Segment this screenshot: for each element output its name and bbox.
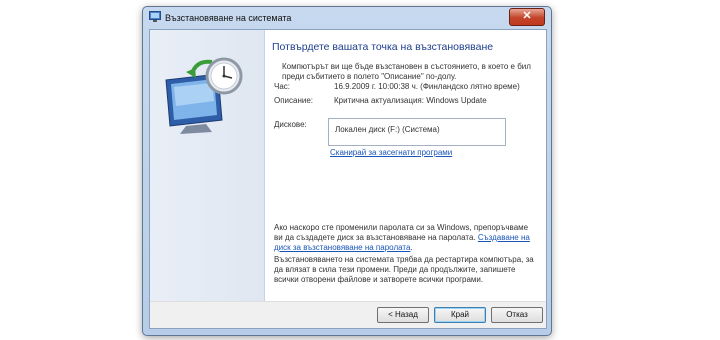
- info-text: Компютърът ви ще бъде възстановен в съст…: [282, 62, 532, 82]
- left-illustration-pane: [150, 30, 265, 302]
- password-notice: Ако наскоро сте променили паролата си за…: [274, 223, 530, 252]
- title-bar: Възстановяване на системата ✕: [143, 7, 551, 27]
- close-icon: ✕: [522, 10, 532, 22]
- info-line-1: Компютърът ви ще бъде възстановен в съст…: [282, 62, 531, 71]
- dialog-content: Потвърдете вашата точка на възстановяван…: [149, 29, 547, 329]
- restart-notice: Възстановяването на системата трябва да …: [274, 255, 534, 284]
- back-button[interactable]: < Назад: [377, 307, 429, 323]
- button-bar: < Назад Край Отказ: [150, 301, 546, 328]
- info-line-2: преди събитието в полето "Описание" по-д…: [282, 72, 457, 81]
- time-value: 16.9.2009 г. 10:00:38 ч. (Финландско лят…: [334, 82, 520, 91]
- page-title: Потвърдете вашата точка на възстановяван…: [272, 41, 494, 53]
- disks-label: Дискове:: [274, 120, 307, 129]
- system-restore-icon: [149, 11, 161, 22]
- window-title: Възстановяване на системата: [165, 13, 292, 23]
- cancel-button[interactable]: Отказ: [491, 307, 543, 323]
- disks-list[interactable]: Локален диск (F:) (Система): [328, 118, 506, 146]
- scan-affected-programs-link[interactable]: Сканирай за засегнати програми: [330, 148, 452, 157]
- disk-item[interactable]: Локален диск (F:) (Система): [335, 125, 440, 134]
- time-label: Час:: [274, 82, 291, 91]
- description-value: Критична актуализация: Windows Update: [334, 96, 487, 105]
- finish-button[interactable]: Край: [434, 307, 486, 323]
- system-restore-window: Възстановяване на системата ✕ Потвърдете…: [142, 6, 552, 336]
- restore-clock-illustration: [165, 57, 243, 134]
- close-button[interactable]: ✕: [509, 8, 545, 26]
- description-label: Описание:: [274, 96, 314, 105]
